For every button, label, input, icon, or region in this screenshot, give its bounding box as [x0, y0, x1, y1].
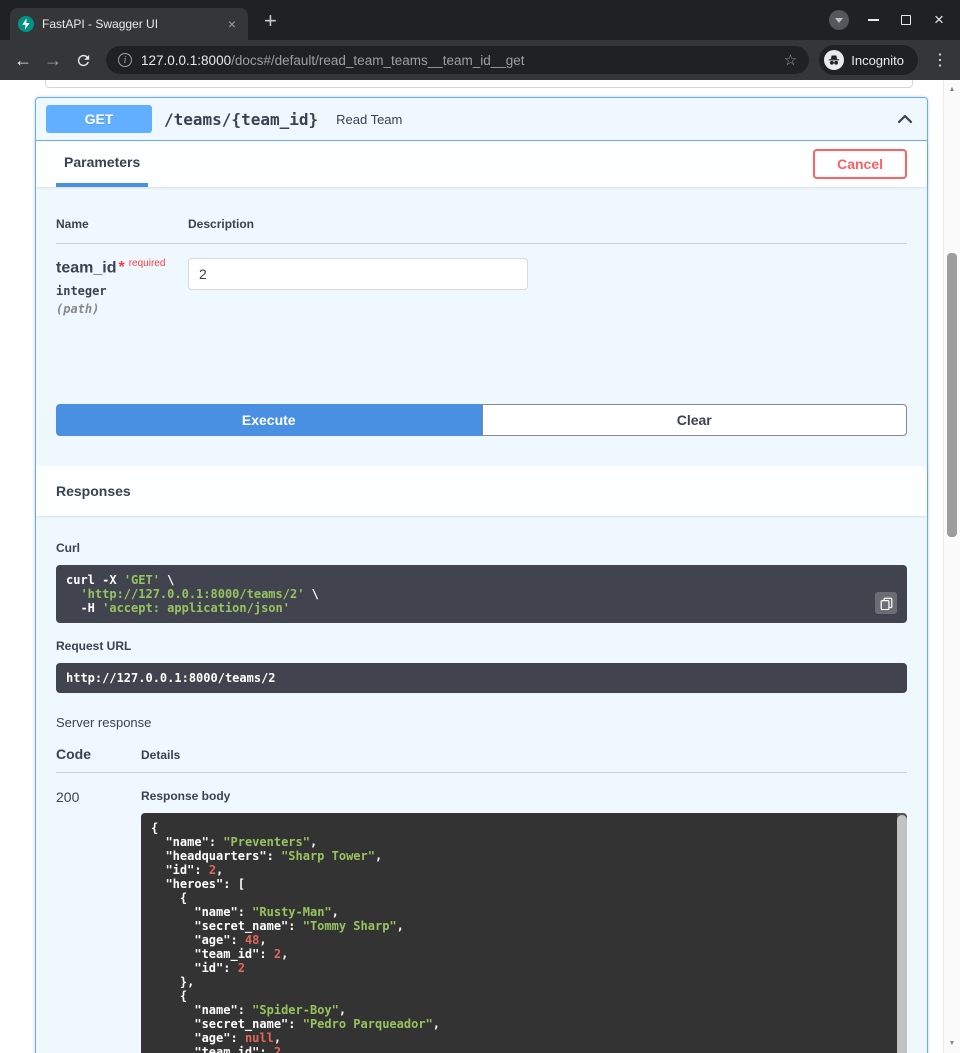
- col-code-header: Code: [56, 746, 141, 762]
- parameters-section-header: Parameters Cancel: [36, 141, 927, 187]
- response-table-header: Code Details: [56, 746, 907, 773]
- tab-parameters[interactable]: Parameters: [56, 141, 148, 187]
- opblock-summary[interactable]: GET /teams/{team_id} Read Team: [36, 98, 927, 141]
- omnibox[interactable]: i 127.0.0.1:8000/docs#/default/read_team…: [106, 46, 809, 74]
- execute-button[interactable]: Execute: [56, 404, 482, 436]
- incognito-label: Incognito: [851, 53, 904, 68]
- close-window-button[interactable]: ×: [930, 11, 948, 29]
- response-body-block: { "name": "Preventers", "headquarters": …: [141, 813, 907, 1053]
- parameter-info: team_id*required integer (path): [56, 258, 188, 316]
- page-scrollbar-thumb[interactable]: [947, 253, 957, 537]
- col-details-header: Details: [141, 748, 907, 762]
- parameters-tab-label: Parameters: [64, 154, 140, 170]
- request-url-label: Request URL: [56, 639, 907, 653]
- bookmark-star-icon[interactable]: ☆: [784, 51, 797, 69]
- maximize-button[interactable]: [897, 11, 915, 29]
- chevron-down-icon: [835, 18, 843, 23]
- parameters-container: Name Description team_id*required intege…: [36, 187, 927, 356]
- opblock-get: GET /teams/{team_id} Read Team Parameter…: [35, 97, 928, 1053]
- col-name-header: Name: [56, 217, 188, 231]
- scroll-down-icon[interactable]: ▼: [944, 1040, 960, 1047]
- browser-window: FastAPI - Swagger UI × + × ← → i 127.0.0…: [0, 0, 960, 1053]
- parameter-location: (path): [56, 302, 188, 316]
- copy-button[interactable]: [875, 592, 897, 614]
- parameter-value-cell: [188, 258, 907, 316]
- tab-strip: FastAPI - Swagger UI × + ×: [0, 0, 960, 40]
- required-label: required: [129, 258, 166, 269]
- tab-search-icon[interactable]: [829, 10, 849, 30]
- response-row: 200 Response body { "name": "Preventers"…: [56, 773, 907, 1053]
- cancel-button[interactable]: Cancel: [813, 149, 907, 179]
- operation-summary: Read Team: [336, 112, 402, 127]
- url-path: /docs#/default/read_team_teams__team_id_…: [231, 53, 524, 68]
- chevron-up-icon: [895, 109, 915, 129]
- responses-container: Curl curl -X 'GET' \ 'http://127.0.0.1:8…: [36, 516, 927, 1053]
- response-scrollbar-thumb[interactable]: [897, 815, 907, 1053]
- request-url-value: http://127.0.0.1:8000/teams/2: [66, 671, 897, 685]
- browser-menu-button[interactable]: ⋮: [930, 50, 950, 70]
- operation-path: /teams/{team_id}: [164, 110, 318, 129]
- url-text: 127.0.0.1:8000/docs#/default/read_team_t…: [141, 53, 775, 68]
- curl-label: Curl: [56, 541, 907, 555]
- page-scrollbar[interactable]: ▲ ▼: [943, 80, 960, 1053]
- back-button[interactable]: ←: [10, 47, 36, 73]
- refresh-button[interactable]: [70, 47, 96, 73]
- responses-title: Responses: [56, 483, 131, 499]
- partial-element-above: [45, 80, 913, 88]
- collapse-button[interactable]: [893, 107, 917, 131]
- clipboard-icon: [880, 597, 893, 610]
- refresh-icon: [75, 52, 92, 69]
- status-code: 200: [56, 789, 141, 1053]
- server-response-label: Server response: [56, 715, 907, 730]
- fastapi-logo-icon: [18, 16, 34, 32]
- execute-row: Execute Clear: [36, 356, 927, 466]
- parameter-type: integer: [56, 284, 188, 298]
- col-description-header: Description: [188, 217, 907, 231]
- scroll-up-icon[interactable]: ▲: [944, 86, 960, 93]
- browser-tab[interactable]: FastAPI - Swagger UI ×: [10, 8, 248, 40]
- response-body-label: Response body: [141, 789, 907, 803]
- required-star: *: [118, 259, 124, 276]
- incognito-badge: Incognito: [819, 45, 918, 75]
- method-badge: GET: [46, 105, 152, 133]
- response-scrollbar[interactable]: [897, 813, 907, 1053]
- tab-close-icon[interactable]: ×: [224, 16, 240, 32]
- curl-code-block: curl -X 'GET' \ 'http://127.0.0.1:8000/t…: [56, 565, 907, 623]
- swagger-page: GET /teams/{team_id} Read Team Parameter…: [0, 80, 960, 1053]
- parameter-name: team_id*required: [56, 258, 188, 277]
- maximize-icon: [901, 15, 911, 25]
- incognito-icon: [824, 50, 844, 70]
- parameters-table-header: Name Description: [56, 217, 907, 244]
- clear-button[interactable]: Clear: [482, 404, 908, 436]
- site-info-icon[interactable]: i: [118, 53, 132, 67]
- new-tab-button[interactable]: +: [264, 10, 277, 32]
- request-url-block: http://127.0.0.1:8000/teams/2: [56, 663, 907, 693]
- minimize-button[interactable]: [864, 11, 882, 29]
- responses-section-header: Responses: [36, 466, 927, 516]
- url-host: 127.0.0.1:8000: [141, 53, 231, 68]
- forward-button[interactable]: →: [40, 47, 66, 73]
- minimize-icon: [868, 19, 879, 21]
- tab-title: FastAPI - Swagger UI: [42, 17, 216, 31]
- param-team-id-input[interactable]: [188, 258, 528, 290]
- parameter-row: team_id*required integer (path): [56, 244, 907, 356]
- response-details-cell: Response body { "name": "Preventers", "h…: [141, 789, 907, 1053]
- browser-toolbar: ← → i 127.0.0.1:8000/docs#/default/read_…: [0, 40, 960, 80]
